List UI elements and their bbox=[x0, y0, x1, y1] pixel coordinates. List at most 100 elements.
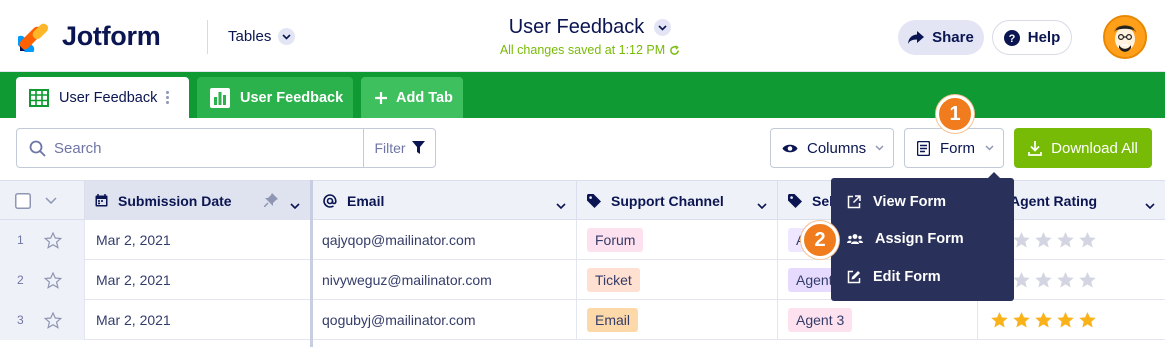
chevron-down-icon[interactable] bbox=[757, 196, 767, 212]
eye-icon bbox=[782, 143, 798, 154]
date-cell[interactable]: Mar 2, 2021 bbox=[85, 260, 311, 300]
document-title-area: User Feedback All changes saved at 1:12 … bbox=[470, 16, 710, 57]
star-outline-icon[interactable] bbox=[44, 231, 62, 249]
column-header-support-channel[interactable]: Support Channel bbox=[577, 181, 778, 220]
filter-funnel-icon bbox=[411, 141, 425, 155]
more-options-icon[interactable] bbox=[166, 91, 170, 104]
chevron-down-icon[interactable] bbox=[1145, 196, 1155, 212]
channel-cell[interactable]: Ticket bbox=[577, 260, 778, 300]
menu-item-label: View Form bbox=[873, 194, 947, 210]
star-outline-icon[interactable] bbox=[44, 311, 62, 329]
channel-cell[interactable]: Forum bbox=[577, 220, 778, 260]
date-cell[interactable]: Mar 2, 2021 bbox=[85, 300, 311, 340]
star-filled-icon[interactable] bbox=[1056, 311, 1075, 329]
column-header-email[interactable]: Email bbox=[313, 181, 577, 220]
star-empty-icon[interactable] bbox=[1034, 231, 1053, 249]
frozen-column-divider[interactable] bbox=[310, 180, 313, 347]
star-empty-icon[interactable] bbox=[1012, 231, 1031, 249]
star-empty-icon[interactable] bbox=[1056, 271, 1075, 289]
download-all-button[interactable]: Download All bbox=[1014, 128, 1152, 168]
chevron-down-icon bbox=[654, 19, 672, 36]
filter-button[interactable]: Filter bbox=[363, 129, 435, 167]
columns-button[interactable]: Columns bbox=[770, 128, 894, 168]
star-outline-icon[interactable] bbox=[44, 271, 62, 289]
menu-item-label: Edit Form bbox=[873, 269, 941, 285]
save-status: All changes saved at 1:12 PM bbox=[470, 43, 710, 57]
share-arrow-icon bbox=[908, 31, 925, 44]
document-title[interactable]: User Feedback bbox=[509, 16, 672, 39]
chevron-down-icon bbox=[278, 28, 296, 45]
email-cell[interactable]: qajyqop@mailinator.com bbox=[313, 220, 577, 260]
chevron-down-icon[interactable] bbox=[45, 197, 57, 204]
table-grid-icon bbox=[29, 88, 49, 107]
column-header-submission-date[interactable]: Submission Date bbox=[85, 181, 311, 220]
channel-tag: Forum bbox=[587, 228, 644, 252]
star-empty-icon[interactable] bbox=[1078, 231, 1097, 249]
jotform-logo-icon bbox=[15, 20, 50, 55]
email-cell[interactable]: nivyweguz@mailinator.com bbox=[313, 260, 577, 300]
row-number-cell: 2 bbox=[0, 260, 85, 300]
row-number: 2 bbox=[17, 273, 24, 287]
email-cell[interactable]: qogubyj@mailinator.com bbox=[313, 300, 577, 340]
brand-name: Jotform bbox=[62, 20, 161, 51]
star-empty-icon[interactable] bbox=[1012, 271, 1031, 289]
users-icon bbox=[847, 233, 863, 245]
chevron-down-icon[interactable] bbox=[290, 196, 300, 212]
download-icon bbox=[1028, 140, 1042, 156]
menu-item-view-form[interactable]: View Form bbox=[831, 184, 1014, 220]
tab-label: User Feedback bbox=[59, 89, 158, 106]
question-circle-icon: ? bbox=[1003, 29, 1020, 46]
channel-tag: Email bbox=[587, 308, 639, 332]
column-label: Email bbox=[347, 192, 385, 209]
menu-item-edit-form[interactable]: Edit Form bbox=[831, 259, 1014, 295]
bar-chart-icon bbox=[210, 87, 230, 108]
select-all-checkbox[interactable] bbox=[15, 192, 31, 209]
column-label: Agent Rating bbox=[1010, 192, 1098, 209]
tab-user-feedback-table[interactable]: User Feedback bbox=[16, 77, 189, 118]
channel-tag: Ticket bbox=[587, 268, 640, 292]
share-label: Share bbox=[932, 29, 974, 46]
star-filled-icon[interactable] bbox=[1078, 311, 1097, 329]
chevron-down-icon bbox=[985, 145, 994, 151]
filter-label: Filter bbox=[374, 140, 406, 156]
star-filled-icon[interactable] bbox=[990, 311, 1009, 329]
row-number: 1 bbox=[17, 233, 24, 247]
page-title: User Feedback bbox=[508, 16, 645, 38]
tables-label: Tables bbox=[228, 28, 272, 45]
share-button[interactable]: Share bbox=[898, 20, 984, 55]
step-badge-2: 2 bbox=[801, 221, 839, 259]
tab-user-feedback-report[interactable]: User Feedback bbox=[197, 77, 353, 118]
chevron-down-icon[interactable] bbox=[556, 196, 566, 212]
calendar-icon bbox=[95, 194, 108, 207]
search-box: Filter bbox=[16, 128, 436, 168]
star-empty-icon[interactable] bbox=[1078, 271, 1097, 289]
jotform-logo[interactable]: Jotform bbox=[15, 20, 161, 55]
save-status-text: All changes saved at 1:12 PM bbox=[499, 43, 666, 57]
help-button[interactable]: ? Help bbox=[992, 20, 1072, 55]
avatar[interactable] bbox=[1103, 15, 1147, 59]
form-label: Form bbox=[940, 139, 975, 157]
tables-dropdown[interactable]: Tables bbox=[228, 28, 296, 45]
menu-item-assign-form[interactable]: Assign Form bbox=[831, 221, 1014, 257]
add-tab-button[interactable]: Add Tab bbox=[361, 77, 463, 118]
date-cell[interactable]: Mar 2, 2021 bbox=[85, 220, 311, 260]
at-sign-icon bbox=[323, 193, 337, 208]
pin-icon[interactable] bbox=[264, 193, 278, 207]
rating-cell[interactable] bbox=[978, 300, 1165, 340]
agent-cell[interactable]: Agent 3 bbox=[778, 300, 978, 340]
star-empty-icon[interactable] bbox=[1034, 271, 1053, 289]
table-row[interactable]: 3 Mar 2, 2021 qogubyj@mailinator.com Ema… bbox=[0, 300, 1165, 340]
search-icon bbox=[29, 140, 46, 157]
svg-text:?: ? bbox=[1008, 33, 1015, 45]
star-empty-icon[interactable] bbox=[1056, 231, 1075, 249]
form-button[interactable]: Form bbox=[904, 128, 1004, 168]
search-input[interactable] bbox=[54, 139, 334, 157]
tab-label: User Feedback bbox=[240, 89, 344, 106]
channel-cell[interactable]: Email bbox=[577, 300, 778, 340]
tag-icon bbox=[587, 193, 601, 208]
star-filled-icon[interactable] bbox=[1012, 311, 1031, 329]
tag-icon bbox=[788, 193, 802, 208]
columns-label: Columns bbox=[807, 139, 867, 157]
step-badge-1: 1 bbox=[936, 95, 974, 133]
star-filled-icon[interactable] bbox=[1034, 311, 1053, 329]
